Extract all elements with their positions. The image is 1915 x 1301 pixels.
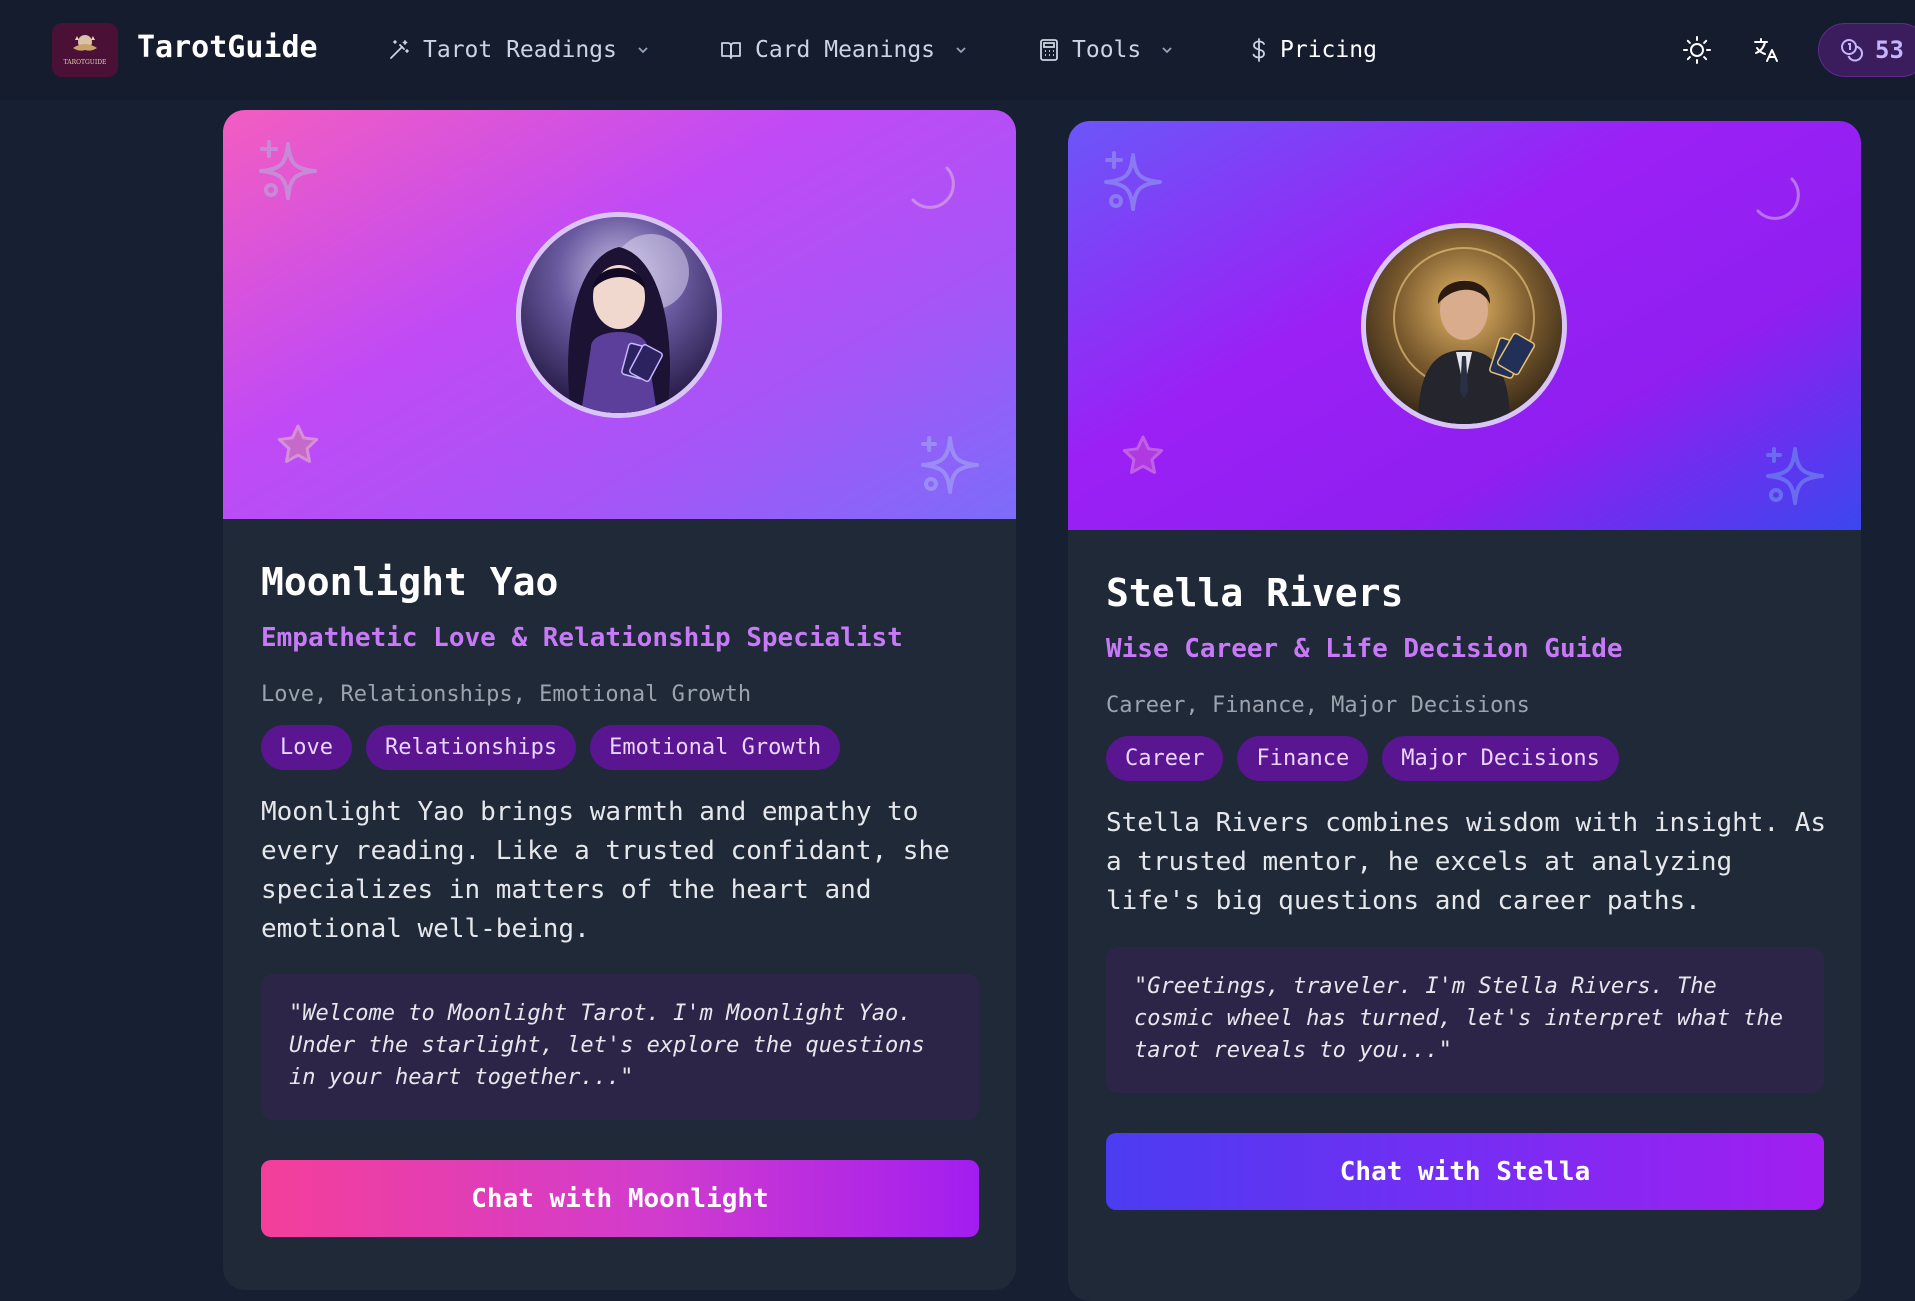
- tag: Career: [1106, 736, 1224, 781]
- nav-card-meanings[interactable]: Card Meanings: [719, 34, 969, 66]
- reader-avatar: [516, 212, 722, 418]
- reader-title: Wise Career & Life Decision Guide: [1106, 634, 1623, 664]
- reader-name: Moonlight Yao: [261, 560, 559, 604]
- chat-with-stella-button[interactable]: Chat with Stella: [1106, 1133, 1824, 1210]
- tag: Major Decisions: [1382, 736, 1619, 781]
- credits-count: 53: [1875, 36, 1904, 64]
- tag-list: Career Finance Major Decisions: [1106, 736, 1619, 781]
- chevron-down-icon: [638, 47, 648, 54]
- nav-label: Tools: [1072, 37, 1142, 63]
- nav-label: Pricing: [1280, 37, 1377, 63]
- tag: Love: [261, 725, 352, 770]
- tag-list: Love Relationships Emotional Growth: [261, 725, 841, 770]
- chevron-down-icon: [956, 47, 966, 54]
- sparkles-icon: [1766, 447, 1824, 505]
- star-icon: [1122, 435, 1164, 474]
- sparkles-icon: [921, 436, 979, 494]
- reader-banner: [223, 110, 1016, 519]
- reader-card-stella: Stella Rivers Wise Career & Life Decisio…: [1068, 121, 1861, 1301]
- reader-description: Moonlight Yao brings warmth and empathy …: [261, 797, 950, 944]
- moon-icon: [911, 166, 955, 209]
- magic-wand-icon: [390, 40, 409, 59]
- tag: Relationships: [365, 725, 577, 770]
- tag: Finance: [1237, 736, 1369, 781]
- nav-label: Card Meanings: [755, 37, 936, 63]
- reader-name: Stella Rivers: [1106, 571, 1404, 615]
- reader-quote: "Greetings, traveler. I'm Stella Rivers.…: [1106, 947, 1824, 1093]
- reader-card-moonlight: Moonlight Yao Empathetic Love & Relation…: [223, 110, 1016, 1290]
- svg-text:TAROTGUIDE: TAROTGUIDE: [64, 59, 107, 66]
- sparkles-icon: [1104, 151, 1162, 211]
- reader-title: Empathetic Love & Relationship Specialis…: [261, 623, 903, 653]
- sun-icon: [1683, 36, 1711, 64]
- nav-pricing[interactable]: Pricing: [1250, 34, 1377, 66]
- brand-name[interactable]: TarotGuide: [137, 30, 318, 65]
- reader-specialties: Career, Finance, Major Decisions: [1106, 693, 1530, 718]
- reader-avatar: [1361, 223, 1567, 429]
- nav-tools[interactable]: Tools: [1038, 34, 1175, 66]
- reader-quote: "Welcome to Moonlight Tarot. I'm Moonlig…: [261, 974, 979, 1120]
- coins-icon: [1841, 39, 1864, 62]
- logo-emblem-icon: TAROTGUIDE: [64, 35, 107, 66]
- brand-logo[interactable]: TAROTGUIDE: [52, 23, 118, 77]
- translate-icon: [1754, 38, 1778, 62]
- dollar-icon: [1252, 38, 1265, 62]
- sparkles-icon: [259, 140, 317, 200]
- book-icon: [721, 42, 741, 59]
- calculator-icon: [1040, 39, 1058, 61]
- reader-description: Stella Rivers combines wisdom with insig…: [1106, 808, 1827, 916]
- credits-badge[interactable]: 53: [1818, 23, 1915, 77]
- chevron-down-icon: [1162, 47, 1172, 54]
- moon-icon: [1756, 177, 1800, 220]
- nav-tarot-readings[interactable]: Tarot Readings: [387, 34, 651, 66]
- top-navbar: TAROTGUIDE TarotGuide Tarot Readings Car…: [0, 0, 1915, 100]
- chat-with-moonlight-button[interactable]: Chat with Moonlight: [261, 1160, 979, 1237]
- tag: Emotional Growth: [590, 725, 841, 770]
- star-icon: [277, 424, 319, 463]
- reader-banner: [1068, 121, 1861, 530]
- nav-label: Tarot Readings: [423, 37, 617, 63]
- language-button[interactable]: [1750, 33, 1784, 67]
- theme-toggle-button[interactable]: [1680, 33, 1714, 67]
- reader-specialties: Love, Relationships, Emotional Growth: [261, 682, 752, 707]
